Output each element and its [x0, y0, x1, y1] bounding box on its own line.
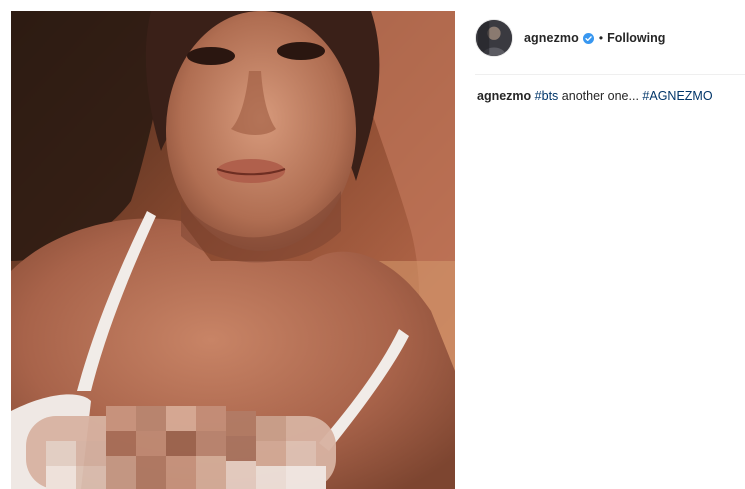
- avatar[interactable]: [475, 19, 513, 57]
- hashtag-link-agnezmo[interactable]: #AGNEZMO: [642, 89, 712, 103]
- author-username[interactable]: agnezmo: [524, 31, 579, 45]
- following-button[interactable]: Following: [607, 31, 665, 45]
- caption-username[interactable]: agnezmo: [477, 89, 531, 103]
- avatar-image: [476, 20, 512, 56]
- header-divider: [475, 74, 745, 75]
- post-frame: agnezmo • Following agnezmo #bts another…: [0, 0, 745, 489]
- post-header: agnezmo • Following: [475, 18, 745, 58]
- verified-badge-icon: [582, 32, 594, 44]
- post-photo[interactable]: [11, 11, 455, 489]
- caption-text: another one...: [558, 89, 643, 103]
- hashtag-link-bts[interactable]: #bts: [535, 89, 559, 103]
- post-photo-image: [11, 11, 455, 489]
- post-side-panel: agnezmo • Following agnezmo #bts another…: [465, 0, 745, 489]
- header-separator: •: [598, 31, 604, 45]
- post-caption: agnezmo #bts another one... #AGNEZMO: [477, 88, 742, 104]
